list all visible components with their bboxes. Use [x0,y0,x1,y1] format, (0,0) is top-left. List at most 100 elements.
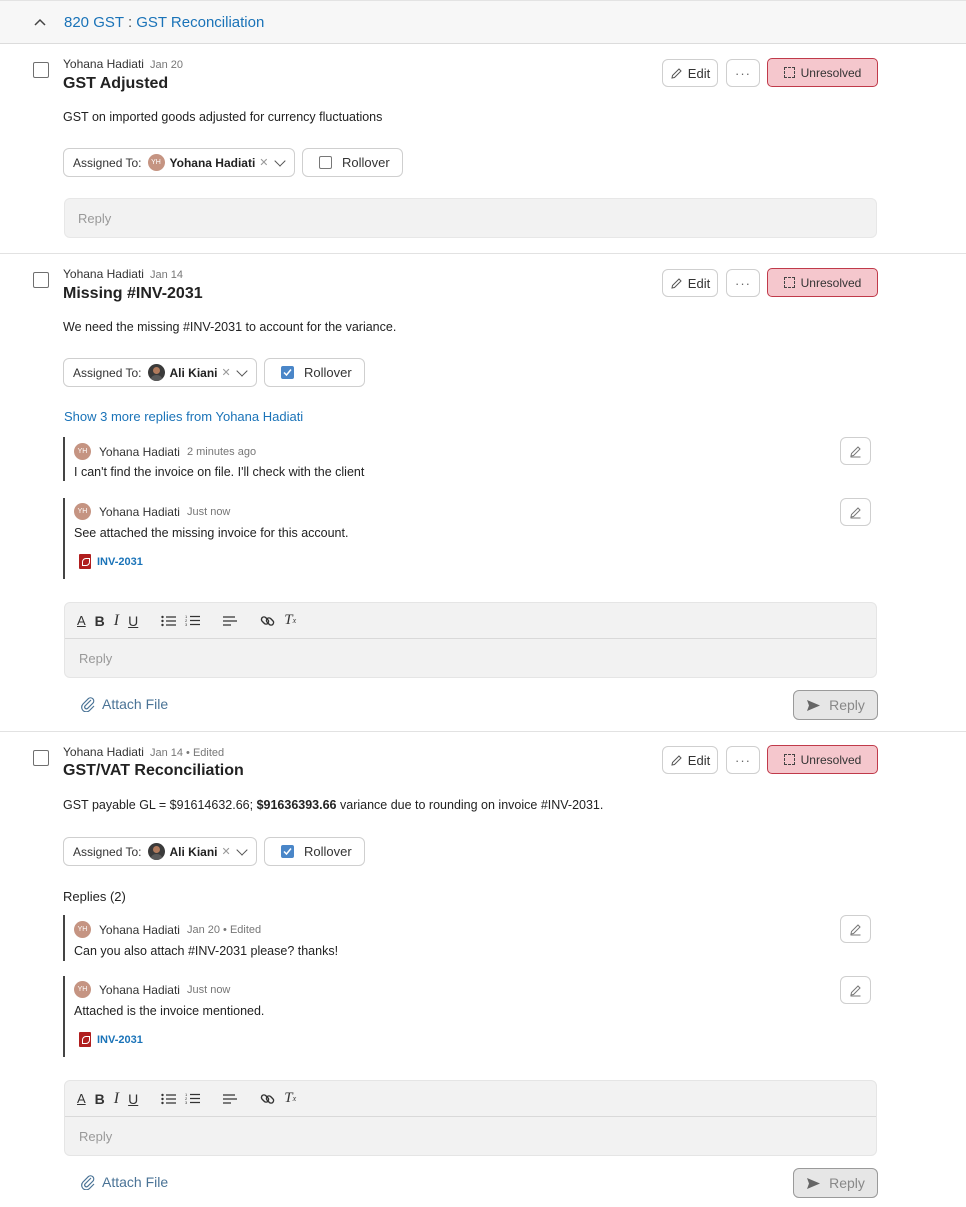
edit-button[interactable]: Edit [662,269,718,297]
svg-text:3: 3 [185,622,188,627]
unresolved-label: Unresolved [800,275,862,290]
numbered-list-icon[interactable]: 123 [185,1089,201,1109]
text-color-icon[interactable]: A [77,1089,86,1109]
more-options-button[interactable]: ··· [726,269,760,297]
thread-title: Missing #INV-2031 [63,285,203,302]
pencil-icon [671,67,682,79]
thread-divider [0,731,966,732]
chevron-down-icon[interactable] [236,364,248,377]
assignee-select[interactable]: Assigned To: YH Yohana Hadiati ✕ [63,148,295,177]
dashed-square-icon [783,67,795,78]
thread-divider [0,253,966,254]
reply-placeholder: Reply [79,651,113,666]
reply-submit-button[interactable]: Reply [793,1168,878,1198]
reply-text: See attached the missing invoice for thi… [74,526,349,540]
chevron-down-icon[interactable] [236,843,248,856]
thread-body: GST on imported goods adjusted for curre… [63,110,383,124]
rollover-checkbox[interactable] [281,366,294,379]
assignee-select[interactable]: Assigned To: Ali Kiani ✕ [63,358,257,387]
reply-editor[interactable]: A B I U 123 Tx Reply [64,602,877,678]
send-icon [807,699,821,711]
reply-submit-button[interactable]: Reply [793,690,878,720]
italic-icon[interactable]: I [114,611,119,631]
send-icon [807,1177,821,1189]
pencil-icon [850,923,861,935]
italic-icon[interactable]: I [114,1089,119,1109]
section-header[interactable]: 820 GST: GST Reconciliation [0,0,966,44]
align-icon[interactable] [223,1089,238,1109]
svg-text:3: 3 [185,1100,188,1105]
assignee-name: Ali Kiani [169,365,218,380]
attachment-name: INV-2031 [97,1033,143,1046]
reply-date: Just now [186,983,231,996]
assigned-label: Assigned To: [73,365,142,380]
remove-assignee-icon[interactable]: ✕ [222,366,231,379]
align-icon[interactable] [223,611,238,631]
section-title[interactable]: 820 GST: GST Reconciliation [64,14,264,31]
assigned-label: Assigned To: [73,155,142,170]
underline-icon[interactable]: U [128,1089,138,1109]
unresolved-button[interactable]: Unresolved [767,268,878,297]
edit-reply-button[interactable] [840,915,871,943]
unresolved-label: Unresolved [800,65,862,80]
avatar: YH [74,981,91,998]
attach-file-button[interactable]: Attach File [80,696,168,712]
thread-body-part: variance due to rounding on invoice #INV… [336,798,604,812]
underline-icon[interactable]: U [128,611,138,631]
edit-button[interactable]: Edit [662,59,718,87]
attachment-name: INV-2031 [97,555,143,568]
rollover-label: Rollover [342,155,390,170]
thread-author: Yohana Hadiati [63,267,144,281]
thread-checkbox[interactable] [33,272,49,288]
attachment-link[interactable]: INV-2031 [79,554,143,569]
more-icon: ··· [735,275,751,291]
bold-icon[interactable]: B [95,611,105,631]
bold-icon[interactable]: B [95,1089,105,1109]
thread-checkbox[interactable] [33,750,49,766]
attach-file-button[interactable]: Attach File [80,1174,168,1190]
unresolved-label: Unresolved [800,752,862,767]
more-options-button[interactable]: ··· [726,59,760,87]
rollover-toggle[interactable]: Rollover [302,148,403,177]
rollover-checkbox[interactable] [281,845,294,858]
chevron-up-icon[interactable] [33,15,47,29]
clear-format-icon[interactable]: Tx [284,1089,296,1109]
link-icon[interactable] [260,1089,275,1109]
reply-button-label: Reply [829,697,865,713]
reply-input[interactable]: Reply [64,198,877,238]
thread-meta: Yohana Hadiati Jan 14 [63,267,183,281]
chevron-down-icon[interactable] [273,154,286,167]
edit-reply-button[interactable] [840,976,871,1004]
link-icon[interactable] [260,611,275,631]
reply-item: YH Yohana Hadiati Just now Attached is t… [63,976,873,1057]
attach-label: Attach File [102,696,169,712]
unresolved-button[interactable]: Unresolved [767,58,878,87]
reply-date: 2 minutes ago [186,445,257,458]
text-color-icon[interactable]: A [77,611,86,631]
assignee-select[interactable]: Assigned To: Ali Kiani ✕ [63,837,257,866]
rollover-checkbox[interactable] [319,156,332,169]
show-more-replies-link[interactable]: Show 3 more replies from Yohana Hadiati [64,409,303,424]
bullet-list-icon[interactable] [161,611,177,631]
edit-reply-button[interactable] [840,498,871,526]
bullet-list-icon[interactable] [161,1089,177,1109]
clear-format-icon[interactable]: Tx [284,611,296,631]
unresolved-button[interactable]: Unresolved [767,745,878,774]
reply-editor[interactable]: A B I U 123 Tx Reply [64,1080,877,1156]
reply-meta: YH Yohana Hadiati Just now [74,981,230,998]
edit-button[interactable]: Edit [662,746,718,774]
avatar: YH [74,921,91,938]
remove-assignee-icon[interactable]: ✕ [222,845,231,858]
rollover-toggle[interactable]: Rollover [264,358,365,387]
thread-date: Jan 14 [149,269,183,281]
numbered-list-icon[interactable]: 123 [185,611,201,631]
edit-reply-button[interactable] [840,437,871,465]
thread-checkbox[interactable] [33,62,49,78]
pdf-icon [79,1032,91,1047]
attachment-link[interactable]: INV-2031 [79,1032,143,1047]
more-options-button[interactable]: ··· [726,746,760,774]
remove-assignee-icon[interactable]: ✕ [259,156,268,169]
rollover-toggle[interactable]: Rollover [264,837,365,866]
reply-author: Yohana Hadiati [99,504,180,519]
reply-meta: YH Yohana Hadiati 2 minutes ago [74,443,256,460]
